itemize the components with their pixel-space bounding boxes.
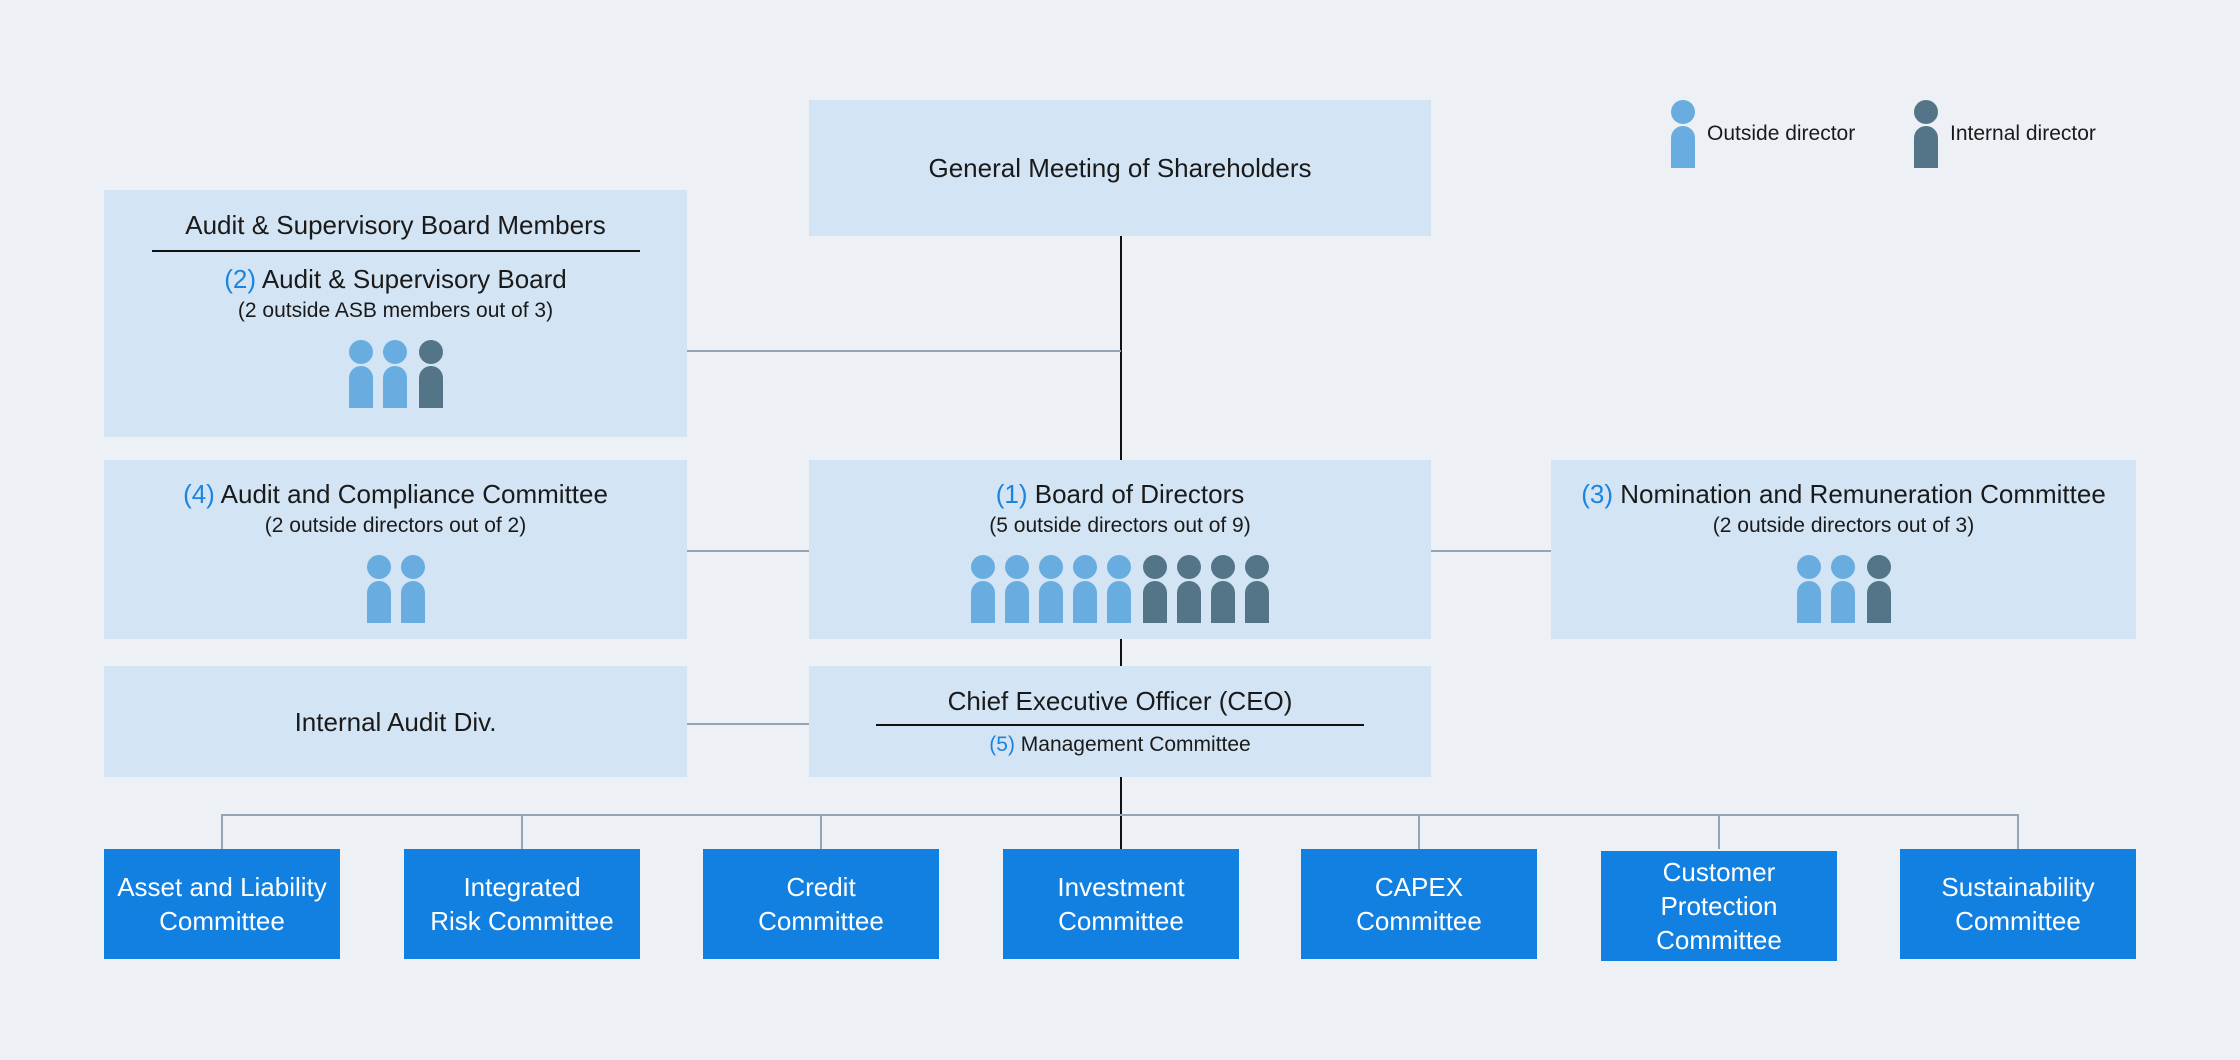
connector-acc (687, 550, 809, 552)
shareholders-title: General Meeting of Shareholders (928, 153, 1312, 183)
connector-committee-drop (1718, 814, 1720, 849)
nrc-box: (3) Nomination and Remuneration Committe… (1551, 460, 2136, 639)
management-committee: Management Committee (1020, 732, 1251, 756)
connector-committee-drop (221, 814, 223, 849)
asb-number: (2) (224, 264, 257, 294)
board-title-line: (1) Board of Directors (996, 477, 1245, 511)
acc-title-line: (4) Audit and Compliance Committee (183, 477, 608, 511)
outside-director-icon (971, 554, 995, 623)
internal-director-icon (1177, 554, 1201, 623)
committee-box: Customer Protection Committee (1601, 851, 1837, 961)
outside-director-icon (1005, 554, 1029, 623)
asb-header: Audit & Supervisory Board Members (185, 210, 606, 240)
acc-sub: (2 outside directors out of 2) (264, 513, 527, 537)
connector-internal-audit (687, 723, 809, 725)
asb-title-line: (2) Audit & Supervisory Board (224, 262, 567, 296)
acc-number: (4) (183, 478, 215, 509)
acc-people (366, 554, 425, 623)
legend-internal-label: Internal director (1950, 122, 2096, 145)
legend-outside: Outside director (1671, 100, 1855, 168)
outside-director-icon (348, 340, 373, 408)
ceo-sub-line: (5) Management Committee (989, 730, 1250, 760)
committee-box: Credit Committee (703, 849, 939, 959)
internal-audit-title: Internal Audit Div. (294, 706, 497, 737)
outside-director-icon (382, 340, 407, 408)
internal-director-icon (1914, 100, 1938, 168)
connector-committees (222, 814, 2018, 816)
nrc-sub: (2 outside directors out of 3) (1712, 513, 1975, 537)
asb-title: Audit & Supervisory Board (261, 264, 567, 294)
ceo-box: Chief Executive Officer (CEO) (5) Manage… (809, 666, 1431, 777)
nrc-title-line: (3) Nomination and Remuneration Committe… (1581, 477, 2106, 511)
asb-box: Audit & Supervisory Board Members (2) Au… (104, 190, 687, 437)
legend-outside-label: Outside director (1707, 122, 1856, 145)
outside-director-icon (366, 554, 391, 623)
board-title: Board of Directors (1034, 478, 1245, 509)
shareholders-box: General Meeting of Shareholders (809, 100, 1431, 236)
ceo-divider (876, 723, 1364, 726)
acc-title: Audit and Compliance Committee (220, 478, 608, 509)
internal-director-icon (1143, 554, 1167, 623)
board-people (971, 554, 1269, 623)
nrc-people (1796, 554, 1891, 623)
ceo-title: Chief Executive Officer (CEO) (947, 685, 1293, 716)
outside-director-icon (1107, 554, 1131, 623)
board-number: (1) (995, 478, 1028, 509)
committee-box: Sustainability Committee (1900, 849, 2136, 959)
connector-asb (687, 350, 1121, 352)
internal-director-icon (418, 340, 443, 408)
outside-director-icon (400, 554, 425, 623)
acc-box: (4) Audit and Compliance Committee (2 ou… (104, 460, 687, 639)
board-box: (1) Board of Directors (5 outside direct… (809, 460, 1431, 639)
nrc-title: Nomination and Remuneration Committee (1620, 478, 2106, 509)
board-sub: (5 outside directors out of 9) (989, 513, 1251, 537)
outside-director-icon (1073, 554, 1097, 623)
internal-director-icon (1211, 554, 1235, 623)
outside-director-icon (1039, 554, 1063, 623)
asb-sub: (2 outside ASB members out of 3) (237, 299, 554, 322)
connector-nrc (1431, 550, 1551, 552)
internal-audit-box: Internal Audit Div. (104, 666, 687, 777)
connector-committee-drop (2017, 814, 2019, 849)
connector-committee-drop (820, 814, 822, 849)
committee-box: Integrated Risk Committee (404, 849, 640, 959)
committee-box: Asset and Liability Committee (104, 849, 340, 959)
asb-people (348, 340, 443, 408)
nrc-number: (3) (1581, 478, 1613, 509)
committee-box: CAPEX Committee (1301, 849, 1537, 959)
committee-box: Investment Committee (1003, 849, 1239, 959)
outside-director-icon (1830, 554, 1855, 623)
outside-director-icon (1796, 554, 1821, 623)
connector-committee-drop (1418, 814, 1420, 849)
outside-director-icon (1671, 100, 1695, 168)
internal-director-icon (1866, 554, 1891, 623)
asb-divider (151, 250, 640, 252)
internal-director-icon (1245, 554, 1269, 623)
connector-committee-drop (521, 814, 523, 849)
ceo-number: (5) (989, 732, 1015, 756)
legend-internal: Internal director (1914, 100, 2096, 168)
